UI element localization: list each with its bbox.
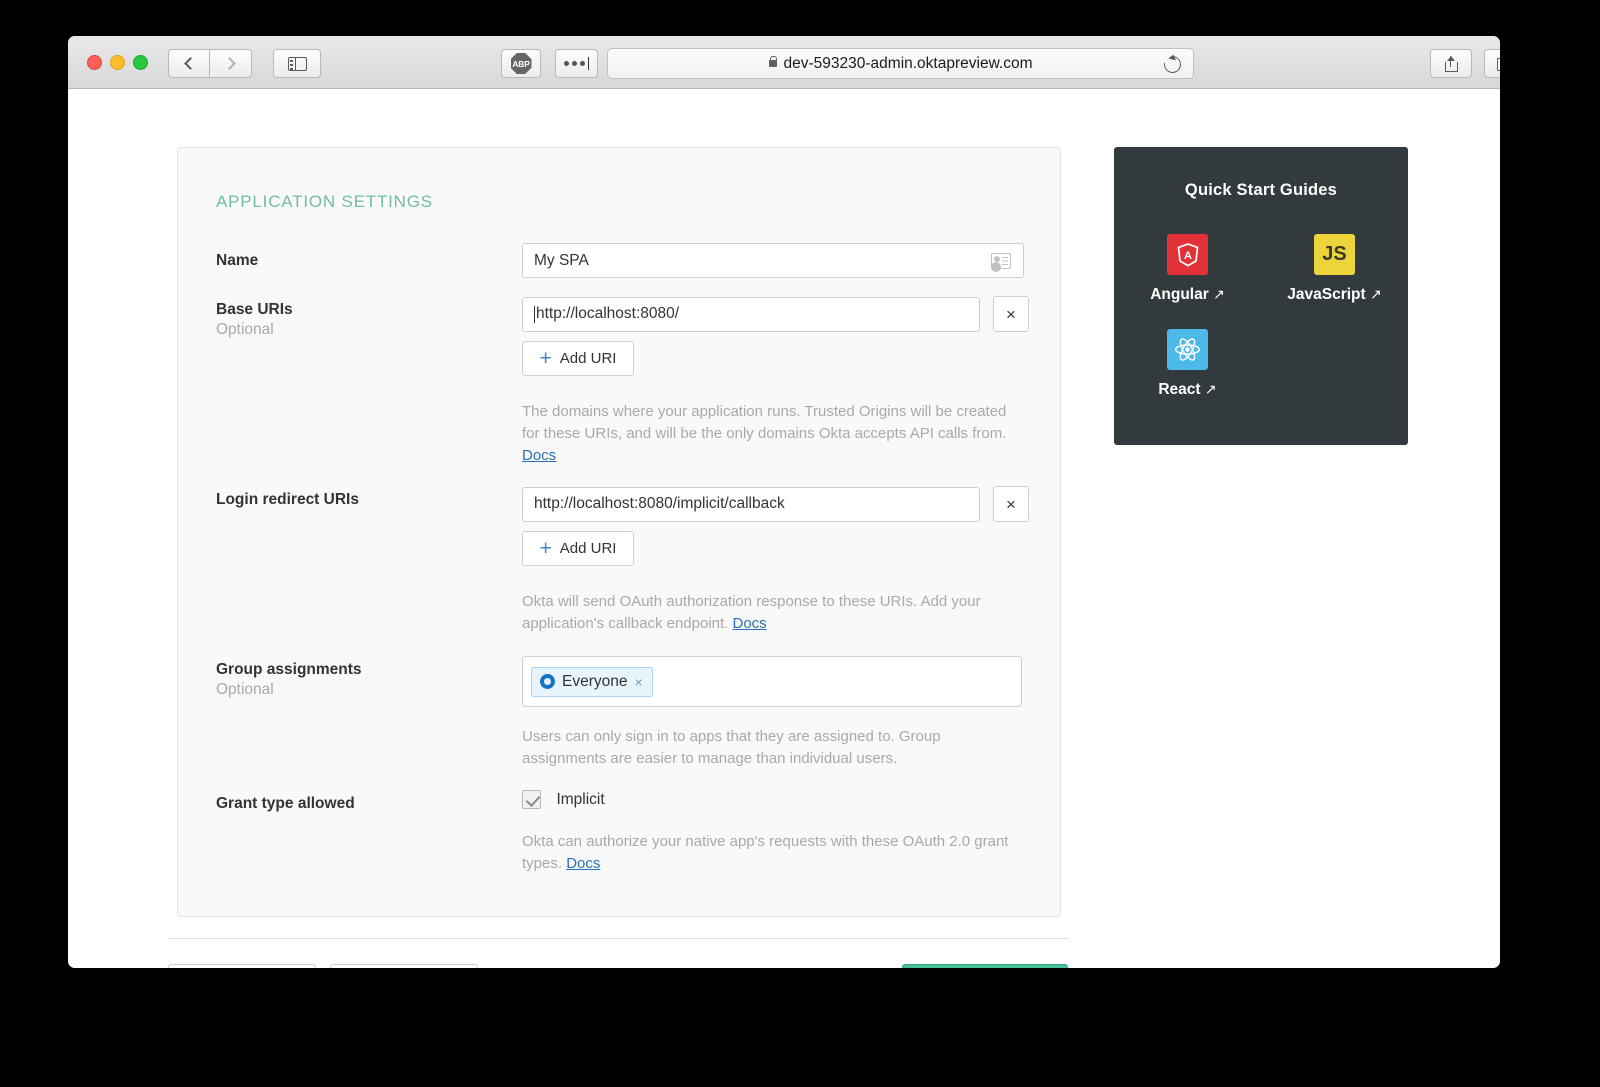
name-label: Name [216, 252, 496, 270]
group-assignments-label: Group assignments [216, 661, 496, 679]
implicit-checkbox[interactable] [522, 790, 541, 809]
sidebar-toggle-icon [288, 57, 307, 71]
page-title: APPLICATION SETTINGS [216, 192, 433, 212]
base-uris-help-body: The domains where your application runs.… [522, 403, 1006, 442]
chevron-right-icon [223, 57, 236, 70]
sidebar-toggle-button[interactable] [273, 49, 321, 78]
quick-start-guide-react[interactable]: React ↗ [1122, 329, 1254, 399]
name-input[interactable]: My SPA [522, 243, 1024, 278]
group-assignments-field[interactable]: Everyone × [522, 656, 1022, 707]
add-login-redirect-uri-label: Add URI [560, 540, 617, 557]
implicit-checkbox-row[interactable]: Implicit [522, 790, 1014, 809]
javascript-badge-text: JS [1322, 243, 1346, 266]
browser-window: ABP dev-593230-admin.oktapreview.com + A… [68, 36, 1500, 968]
close-window-button[interactable] [87, 55, 102, 70]
base-uri-input-value: http://localhost:8080/ [536, 305, 679, 323]
done-button[interactable]: Done [902, 964, 1068, 968]
login-redirect-uri-input[interactable]: http://localhost:8080/implicit/callback [522, 487, 980, 522]
angular-icon: A [1167, 234, 1208, 275]
remove-login-redirect-uri-button[interactable]: × [993, 486, 1029, 522]
external-link-icon: ↗ [1370, 286, 1382, 302]
adblock-plus-button[interactable]: ABP [501, 49, 541, 78]
quick-start-guide-javascript[interactable]: JS JavaScript ↗ [1269, 234, 1401, 304]
base-uris-help-text: The domains where your application runs.… [522, 401, 1014, 467]
share-button[interactable] [1430, 49, 1472, 78]
login-redirect-uris-docs-link[interactable]: Docs [733, 615, 767, 632]
login-redirect-uri-input-value: http://localhost:8080/implicit/callback [534, 495, 785, 513]
base-uris-docs-link[interactable]: Docs [522, 447, 556, 464]
browser-toolbar: ABP dev-593230-admin.oktapreview.com + [68, 36, 1500, 89]
back-button[interactable] [168, 49, 210, 78]
footer-divider [168, 938, 1068, 939]
react-label-text: React [1158, 381, 1200, 398]
grant-type-docs-link[interactable]: Docs [566, 855, 600, 872]
quick-start-title: Quick Start Guides [1114, 147, 1408, 200]
chevron-left-icon [184, 57, 197, 70]
implicit-checkbox-label: Implicit [556, 791, 604, 808]
angular-guide-label: Angular ↗ [1150, 286, 1225, 304]
reload-icon[interactable] [1161, 53, 1185, 77]
minimize-window-button[interactable] [110, 55, 125, 70]
angular-label-text: Angular [1150, 286, 1209, 303]
login-redirect-uris-help-text: Okta will send OAuth authorization respo… [522, 591, 1014, 635]
extras-button[interactable] [555, 49, 598, 78]
window-controls [87, 55, 148, 70]
quick-start-guide-angular[interactable]: A Angular ↗ [1122, 234, 1254, 304]
lock-icon [769, 60, 777, 67]
text-caret [588, 57, 590, 70]
cancel-button[interactable]: Cancel [330, 964, 478, 968]
base-uris-label: Base URIs [216, 301, 496, 319]
tab-overview-button[interactable] [1484, 49, 1500, 78]
external-link-icon: ↗ [1213, 286, 1225, 302]
group-donut-icon [540, 674, 555, 689]
group-chip-everyone[interactable]: Everyone × [531, 667, 653, 697]
base-uris-sublabel: Optional [216, 321, 274, 339]
navigation-buttons [168, 49, 252, 78]
add-login-redirect-uri-button[interactable]: + Add URI [522, 531, 634, 566]
previous-button[interactable]: Previous [168, 964, 316, 968]
forward-button[interactable] [210, 49, 252, 78]
page-content: APPLICATION SETTINGS Name My SPA Base UR… [68, 89, 1500, 968]
share-icon [1445, 56, 1458, 72]
group-chip-label: Everyone [562, 673, 627, 691]
text-cursor [534, 306, 535, 323]
plus-icon: + [540, 538, 552, 559]
address-bar[interactable]: dev-593230-admin.oktapreview.com [607, 48, 1194, 79]
maximize-window-button[interactable] [133, 55, 148, 70]
svg-text:A: A [1184, 250, 1192, 262]
javascript-label-text: JavaScript [1287, 286, 1365, 303]
javascript-guide-label: JavaScript ↗ [1287, 286, 1381, 304]
login-redirect-uris-label: Login redirect URIs [216, 491, 496, 509]
contact-card-icon[interactable] [991, 253, 1011, 269]
abp-icon: ABP [511, 53, 532, 74]
remove-group-chip-button[interactable]: × [634, 674, 642, 690]
base-uri-input[interactable]: http://localhost:8080/ [522, 297, 980, 332]
tab-overview-icon [1497, 56, 1500, 71]
javascript-icon: JS [1314, 234, 1355, 275]
remove-base-uri-button[interactable]: × [993, 296, 1029, 332]
application-settings-card: APPLICATION SETTINGS Name My SPA Base UR… [177, 147, 1061, 917]
plus-icon: + [540, 348, 552, 369]
react-guide-label: React ↗ [1158, 381, 1216, 399]
address-text: dev-593230-admin.oktapreview.com [784, 55, 1033, 73]
grant-type-help-text: Okta can authorize your native app's req… [522, 831, 1014, 875]
external-link-icon: ↗ [1205, 381, 1217, 397]
name-input-value: My SPA [534, 252, 589, 270]
react-icon [1167, 329, 1208, 370]
group-assignments-help-text: Users can only sign in to apps that they… [522, 726, 1014, 770]
add-base-uri-button[interactable]: + Add URI [522, 341, 634, 376]
quick-start-guides-panel: Quick Start Guides A Angular ↗ [1114, 147, 1408, 445]
grant-type-label: Grant type allowed [216, 795, 496, 813]
ellipsis-icon [564, 61, 585, 66]
quick-start-guide-list: A Angular ↗ JS JavaScript ↗ [1114, 200, 1408, 399]
group-assignments-sublabel: Optional [216, 681, 274, 699]
add-base-uri-label: Add URI [560, 350, 617, 367]
